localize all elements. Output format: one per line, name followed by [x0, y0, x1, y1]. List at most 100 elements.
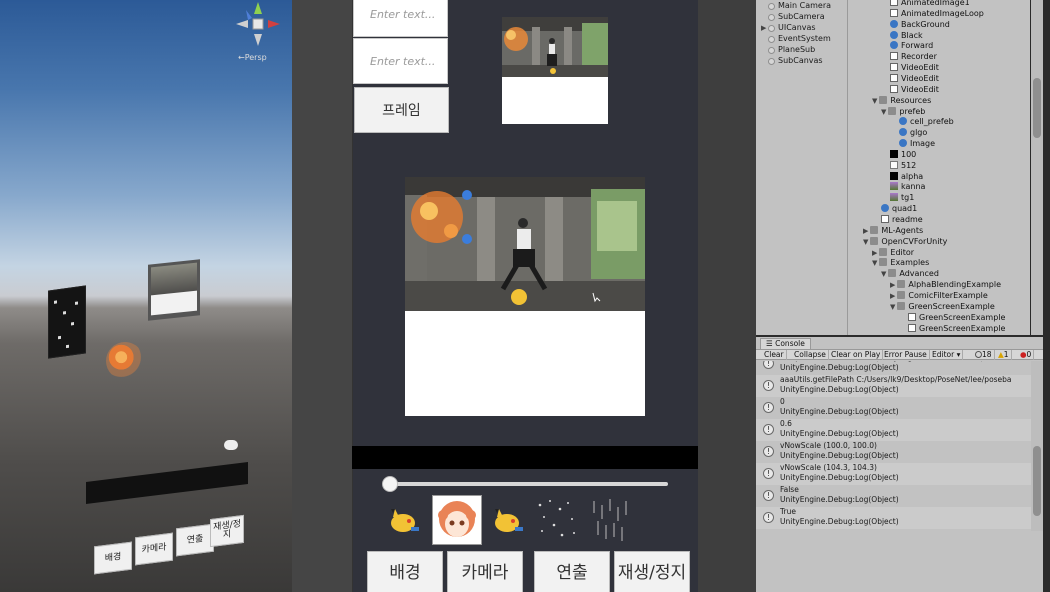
project-item[interactable]: alpha	[890, 171, 923, 182]
camera-button[interactable]: 카메라	[447, 551, 523, 592]
game-view-left-margin	[292, 0, 353, 592]
text-input-1[interactable]: Enter text...	[353, 0, 448, 37]
console-log-entry[interactable]: ! aaaUtils.getFilePath C:/Users/lk9/Deskt…	[756, 375, 1031, 397]
hierarchy-item-eventsystem[interactable]: EventSystem	[768, 34, 831, 43]
expand-arrow-icon[interactable]: ▼	[863, 238, 868, 246]
project-item[interactable]: ▶ AlphaBlendingExample	[890, 279, 1001, 290]
timeline-slider-track[interactable]	[388, 482, 668, 486]
project-item[interactable]: ▼ Examples	[872, 257, 929, 268]
text-input-2[interactable]: Enter text...	[353, 38, 448, 84]
pikachu-sticker-icon[interactable]	[482, 495, 532, 545]
project-item[interactable]: AnimatedImageLoop	[890, 8, 984, 19]
project-item[interactable]: Black	[890, 30, 923, 41]
gameobject-icon	[768, 25, 775, 32]
project-item[interactable]: ▼ prefeb	[881, 106, 925, 117]
project-scrollbar-thumb[interactable]	[1033, 78, 1041, 138]
project-item[interactable]: quad1	[881, 203, 917, 214]
project-item[interactable]: ▶ Editor	[872, 247, 914, 258]
console-log-entry[interactable]: ! vNowScale (100.0, 100.0) UnityEngine.Deb…	[756, 441, 1031, 463]
pikachu-sticker-icon[interactable]	[378, 495, 428, 545]
project-item[interactable]: VideoEdit	[890, 62, 939, 73]
expand-arrow-icon[interactable]: ▶	[890, 292, 895, 300]
console-error-pause-button[interactable]: Error Pause	[882, 350, 930, 360]
console-log-toggle[interactable]: 18	[973, 350, 995, 360]
img-icon	[890, 193, 898, 202]
project-scrollbar[interactable]	[1031, 0, 1043, 335]
project-item[interactable]: AnimatedImage1	[890, 0, 970, 8]
expand-arrow-icon[interactable]: ▼	[890, 303, 895, 311]
expand-arrow-icon[interactable]: ▶	[761, 24, 766, 32]
video-preview-small[interactable]	[502, 17, 608, 124]
background-button[interactable]: 배경	[367, 551, 443, 592]
expand-arrow-icon[interactable]: ▶	[890, 281, 895, 289]
console-log-entry[interactable]: ! 0 UnityEngine.Debug:Log(Object)	[756, 397, 1031, 419]
scene-orientation-gizmo[interactable]	[234, 0, 282, 48]
console-tab[interactable]: ☰ Console	[760, 338, 811, 349]
timeline-slider-handle[interactable]	[382, 476, 398, 492]
expand-arrow-icon[interactable]: ▶	[872, 249, 877, 257]
console-log-entry[interactable]: ! False UnityEngine.Debug:Log(Object)	[756, 485, 1031, 507]
project-item[interactable]: cell_prefeb	[899, 116, 954, 127]
project-item[interactable]: Forward	[890, 40, 933, 51]
console-scrollbar[interactable]	[1031, 361, 1043, 531]
expand-arrow-icon[interactable]: ▼	[881, 108, 886, 116]
console-editor-dropdown[interactable]: Editor ▾	[930, 350, 964, 360]
console-log-entry[interactable]: ! True UnityEngine.Debug:Log(Object)	[756, 507, 1031, 529]
frame-button[interactable]: 프레임	[354, 87, 449, 133]
project-item[interactable]: ▶ ComicFilterExample	[890, 290, 988, 301]
console-log-entry[interactable]: !Temposer 1903 640x360 (UnityEngine.Rend…	[756, 361, 1031, 375]
project-item[interactable]: Recorder	[890, 51, 937, 62]
project-item[interactable]: Image	[899, 138, 935, 149]
console-clear-on-play-button[interactable]: Clear on Play	[829, 350, 884, 360]
expand-arrow-icon[interactable]: ▼	[872, 97, 877, 105]
sparkle-effect-icon[interactable]	[532, 495, 582, 545]
console-log-list[interactable]: !Temposer 1903 640x360 (UnityEngine.Rend…	[756, 361, 1031, 592]
console-panel[interactable]: ☰ Console Clear Collapse Clear on Play E…	[756, 337, 1043, 592]
console-scrollbar-thumb[interactable]	[1033, 446, 1041, 516]
anime-girl-sticker-icon[interactable]	[432, 495, 482, 545]
direction-button[interactable]: 연출	[534, 551, 610, 592]
video-preview-large[interactable]	[405, 177, 645, 416]
hierarchy-item-main-camera[interactable]: Main Camera	[768, 1, 831, 10]
project-item[interactable]: VideoEdit	[890, 84, 939, 95]
project-item[interactable]: ▼ GreenScreenExample	[890, 301, 995, 312]
project-item[interactable]: tg1	[890, 192, 914, 203]
project-item[interactable]: GreenScreenExample	[908, 312, 1005, 323]
folder-icon	[879, 95, 888, 104]
play-stop-button[interactable]: 재생/정지	[614, 551, 690, 592]
hierarchy-panel[interactable]: Main Camera SubCamera ▶ UICanvas EventSys…	[756, 0, 848, 335]
project-item[interactable]: GreenScreenExample	[908, 323, 1005, 334]
project-item[interactable]: BackGround	[890, 19, 950, 30]
info-icon	[975, 351, 982, 358]
hierarchy-item-uicanvas[interactable]: ▶ UICanvas	[761, 23, 816, 32]
expand-arrow-icon[interactable]: ▼	[881, 270, 886, 278]
project-item[interactable]: VideoEdit	[890, 73, 939, 84]
project-item[interactable]: ▼ Advanced	[881, 268, 939, 279]
console-log-entry[interactable]: ! vNowScale (104.3, 104.3) UnityEngine.Deb…	[756, 463, 1031, 485]
scene-black-panel	[48, 285, 86, 359]
rain-effect-icon[interactable]	[586, 495, 636, 545]
project-item[interactable]: readme	[881, 214, 923, 225]
scene-view[interactable]: ←Persp 배경 카메라 연출 재생/정지	[0, 0, 292, 592]
console-log-entry[interactable]: ! 0.6 UnityEngine.Debug:Log(Object)	[756, 419, 1031, 441]
console-warning-toggle[interactable]: ▲1	[996, 350, 1012, 360]
console-error-toggle[interactable]: ●0	[1018, 350, 1035, 360]
console-collapse-button[interactable]: Collapse	[792, 350, 829, 360]
project-item[interactable]: ▼ Resources	[872, 95, 931, 106]
project-item-label: AlphaBlendingExample	[908, 280, 1001, 290]
hierarchy-item-subcanvas[interactable]: SubCanvas	[768, 56, 823, 65]
hierarchy-item-subcamera[interactable]: SubCamera	[768, 12, 825, 21]
project-item[interactable]: 512	[890, 160, 916, 171]
perspective-label[interactable]: ←Persp	[238, 53, 267, 62]
expand-arrow-icon[interactable]: ▶	[863, 227, 868, 235]
project-item[interactable]: kanna	[890, 181, 925, 192]
project-item[interactable]: ▶ ML-Agents	[863, 225, 923, 236]
log-stacktrace: UnityEngine.Debug:Log(Object)	[780, 495, 899, 504]
project-item[interactable]: ▼ OpenCVForUnity	[863, 236, 947, 247]
project-item[interactable]: glgo	[899, 127, 927, 138]
project-item[interactable]: 100	[890, 149, 916, 160]
console-clear-button[interactable]: Clear	[762, 350, 787, 360]
expand-arrow-icon[interactable]: ▼	[872, 259, 877, 267]
project-panel[interactable]: AnimatedImage1 AnimatedImageLoop BackGroun…	[848, 0, 1030, 335]
hierarchy-item-planesub[interactable]: PlaneSub	[768, 45, 815, 54]
